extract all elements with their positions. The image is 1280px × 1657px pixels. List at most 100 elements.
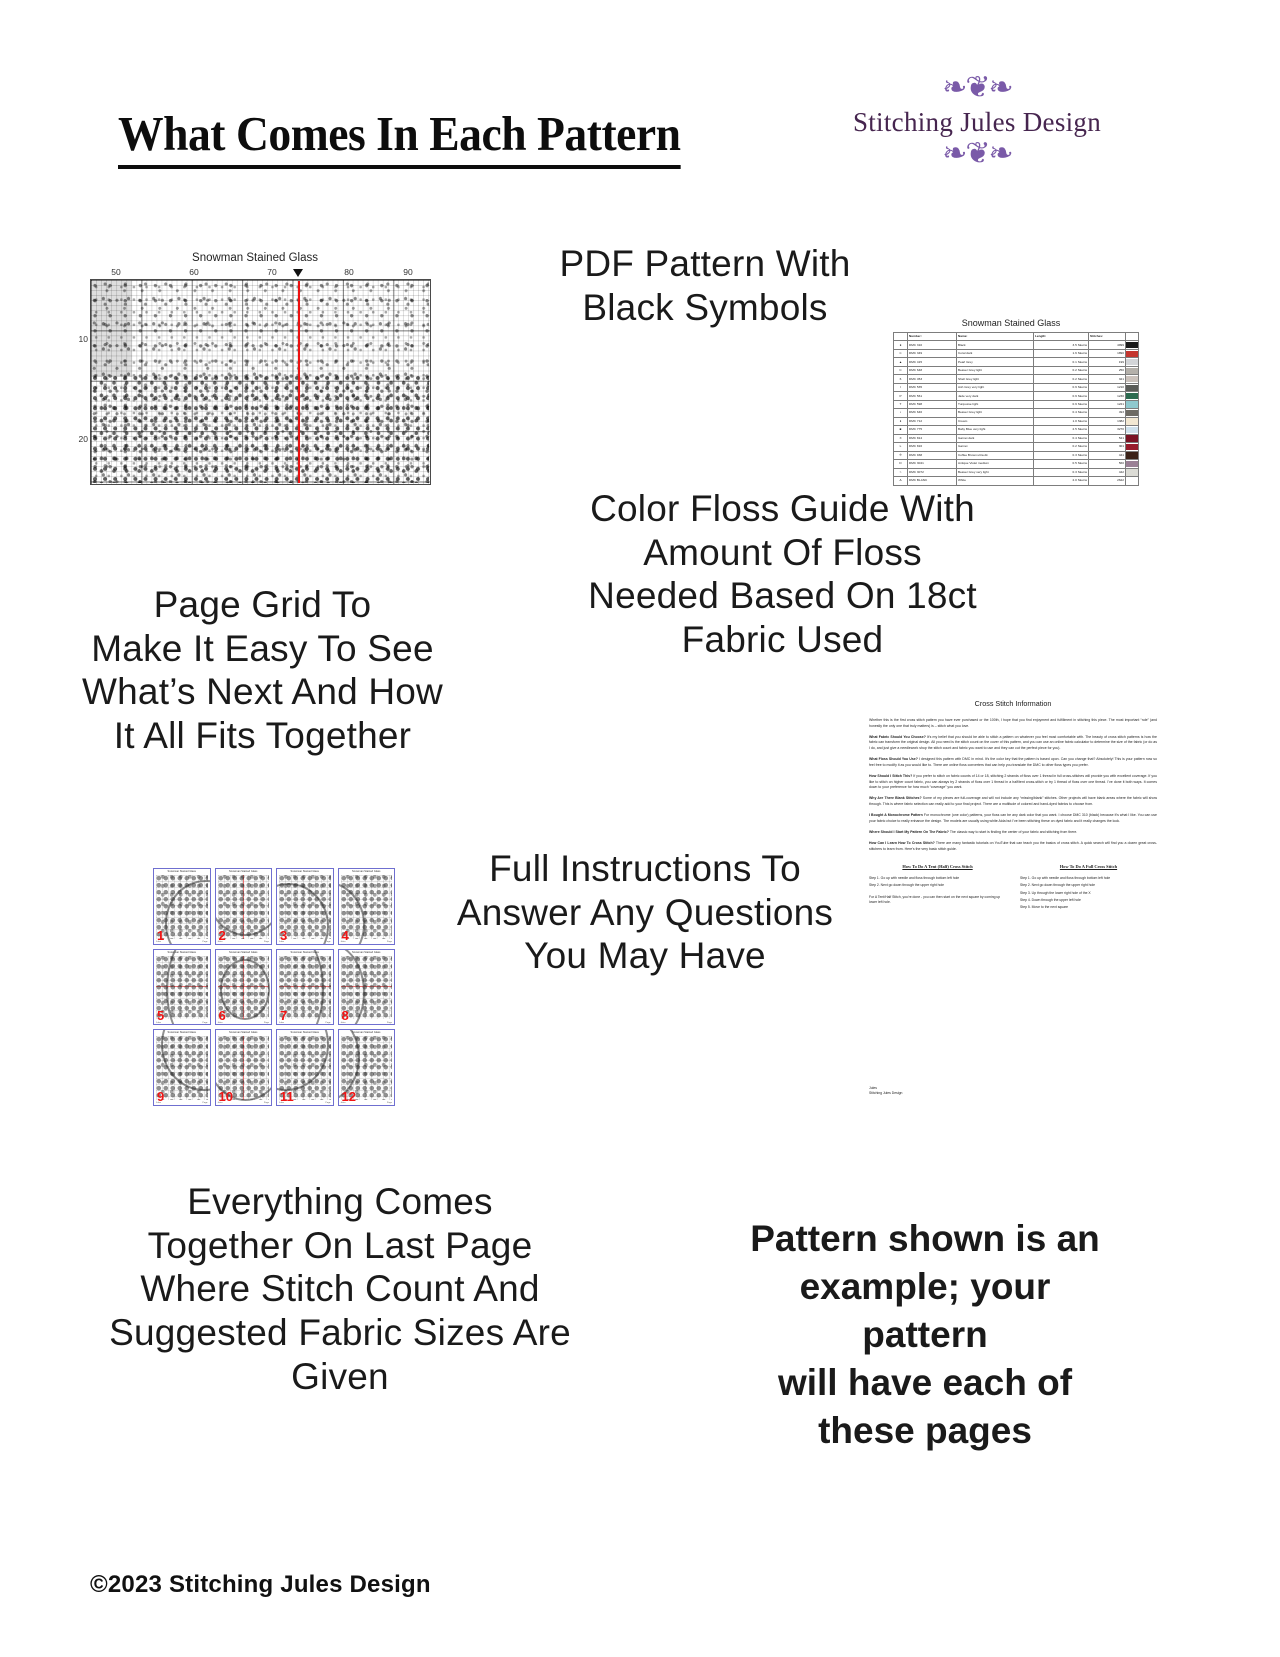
thumbnail-center-line	[243, 1036, 245, 1100]
page-thumbnail-1[interactable]: Snowman Stained Glass Jules Page 1	[153, 868, 211, 945]
instructions-paragraph: What Floss Should You Use? I designed th…	[869, 757, 1157, 767]
thumbnail-center-line	[279, 986, 331, 988]
color-swatch	[1126, 376, 1138, 383]
thumbnail-page-number: 7	[280, 1008, 288, 1024]
thumbnail-arc	[166, 949, 210, 1025]
table-row: L DMC 816 Garnet 0.2 Skeins 301	[893, 442, 1139, 452]
cell-length: 0.9 Skeins	[1033, 382, 1089, 393]
floss-guide-preview: Snowman Stained Glass Number: Name: Leng…	[893, 318, 1139, 486]
cell-number: DMC 646	[907, 408, 957, 418]
cell-symbol: D	[893, 459, 908, 469]
cell-color-swatch	[1125, 357, 1139, 367]
cell-color-swatch	[1125, 348, 1139, 359]
thumbnail-page-number: 8	[341, 1008, 349, 1024]
headline-pdf-pattern: PDF Pattern With Black Symbols	[559, 243, 851, 328]
half-stitch-step: Step 1. Go up with needle and floss thro…	[869, 876, 960, 881]
page-thumbnail-12[interactable]: Snowman Stained Glass Jules Page 12	[337, 1029, 395, 1106]
cell-number: DMC 3041	[907, 459, 957, 469]
cell-color-swatch	[1125, 408, 1139, 418]
floss-table: Number: Name: Length: Stitches: ● DMC 310…	[893, 331, 1139, 486]
color-swatch	[1126, 418, 1138, 425]
chart-center-line	[298, 281, 300, 483]
cell-length: 0.4 Skeins	[1033, 433, 1089, 444]
half-stitch-heading: How To Do A Tent (Half) Cross Stitch	[902, 864, 973, 870]
page-thumbnail-3[interactable]: Snowman Stained Glass Jules Page 3	[276, 868, 334, 945]
col-header-symbol	[893, 331, 908, 342]
table-row: C DMC 648 Beaver Grey light 0.2 Skeins 250	[893, 365, 1139, 376]
cell-symbol: ●	[893, 340, 908, 350]
cell-color-swatch	[1125, 365, 1139, 376]
cell-stitches: 2622	[1088, 476, 1126, 486]
cell-name: Beaver Grey very light	[956, 467, 1034, 478]
color-swatch	[1126, 342, 1138, 349]
headline-everything-comes: Everything Comes Together On Last Page W…	[109, 1181, 571, 1397]
page-thumbnail-2[interactable]: Snowman Stained Glass Jules Page 2	[214, 868, 272, 945]
cell-color-swatch	[1125, 374, 1139, 384]
page-thumbnail-11[interactable]: Snowman Stained Glass Jules Page 11	[276, 1029, 334, 1106]
full-stitch-step: Step 2. Next go down through the upper r…	[1020, 883, 1096, 888]
thumbnail-footer-right: Page	[386, 1021, 392, 1024]
thumbnail-footer-right: Page	[202, 1102, 208, 1105]
thumbnail-arc	[215, 868, 272, 937]
page-thumbnail-5[interactable]: Snowman Stained Glass Jules Page 5	[153, 948, 211, 1026]
cell-stitches: 250	[1088, 365, 1126, 376]
chart-title: Snowman Stained Glass	[192, 252, 318, 264]
thumbnail-footer-right: Page	[263, 1102, 269, 1105]
full-stitch-heading: How To Do A Full Cross Stitch	[1059, 864, 1118, 870]
cell-name: Coral dark	[956, 348, 1034, 359]
instructions-signature: Jules Stitching Jules Design	[869, 1086, 902, 1096]
table-row: 6 DMC 453 Shell Grey light 0.2 Skeins 321	[893, 374, 1139, 384]
thumbnail-footer-right: Page	[202, 1021, 208, 1024]
thumbnail-footer-right: Page	[386, 941, 392, 944]
color-swatch	[1126, 469, 1138, 476]
thumbnail-page-number: 11	[280, 1088, 294, 1104]
cell-length: 1.0 Skeins	[1033, 416, 1089, 427]
cell-length: 1.6 Skeins	[1033, 348, 1089, 359]
cell-symbol: >	[893, 467, 908, 478]
color-swatch	[1126, 443, 1138, 451]
page-thumbnail-6[interactable]: Snowman Stained Glass Jules Page 6	[214, 948, 272, 1026]
thumbnail-center-line	[156, 986, 208, 988]
table-row: ※ DMC 938 Coffee Brown ultra dk 0.3 Skeins 4…	[893, 450, 1139, 461]
table-row: D DMC 3041 Antique Violet medium 0.5 Skeins…	[893, 459, 1139, 469]
col-header-number: Number:	[907, 331, 957, 342]
cell-number: DMC 349	[907, 348, 957, 359]
instructions-paragraph: I Bought A Monochrome Pattern For monoch…	[869, 813, 1157, 823]
page-thumbnail-8[interactable]: Snowman Stained Glass Jules Page 8	[337, 948, 395, 1026]
page-thumbnail-9[interactable]: Snowman Stained Glass Jules Page 9	[153, 1029, 211, 1106]
thumbnail-title: Snowman Stained Glass	[167, 870, 196, 873]
cell-color-swatch	[1125, 391, 1139, 401]
thumbnail-footer-right: Page	[263, 1021, 269, 1024]
cell-length: 0.2 Skeins	[1033, 365, 1089, 376]
half-stitch-guide: How To Do A Tent (Half) Cross Stitch Ste…	[869, 864, 1006, 912]
cell-stitches: 442	[1088, 467, 1126, 478]
instructions-paragraph: Where Should I Start My Pattern On The F…	[869, 830, 1078, 835]
cell-stitches: 1890	[1088, 348, 1126, 359]
cell-symbol: ♦	[893, 416, 908, 427]
thumbnail-page-number: 5	[157, 1008, 165, 1024]
page-thumbnail-4[interactable]: Snowman Stained Glass Jules Page 4	[337, 868, 395, 945]
color-swatch	[1126, 452, 1138, 459]
cell-stitches: 441	[1088, 450, 1126, 461]
page-thumbnail-10[interactable]: Snowman Stained Glass Jules Page 10	[214, 1029, 272, 1106]
paragraph-lead: How Should I Stitch This?	[869, 774, 913, 779]
color-swatch	[1126, 460, 1138, 468]
thumbnail-footer-right: Page	[325, 941, 331, 944]
thumbnail-center-line	[340, 986, 392, 988]
col-header-length: Length:	[1033, 331, 1089, 342]
signature-line: Stitching Jules Design	[869, 1091, 903, 1096]
cell-length: 0.2 Skeins	[1033, 442, 1089, 452]
paragraph-lead: I Bought A Monochrome Pattern	[869, 813, 923, 818]
cell-name: Baby Blue very light	[956, 425, 1034, 435]
cell-stitches: 1210	[1088, 382, 1126, 393]
paragraph-lead: What Fabric Should You Choose?	[869, 735, 926, 739]
chart-col-tick: 80	[344, 267, 354, 277]
cell-length: 3.5 Skeins	[1033, 340, 1089, 350]
thumbnail-center-line	[217, 986, 269, 988]
cell-symbol: ▲	[893, 357, 908, 367]
cell-name: Antique Violet medium	[956, 459, 1034, 469]
page-thumbnail-7[interactable]: Snowman Stained Glass Jules Page 7	[276, 948, 334, 1026]
thumbnail-page-number: 9	[157, 1088, 165, 1104]
chart-column-ticks: 50 60 70 80 90	[90, 267, 432, 279]
cell-stitches: 493	[1088, 408, 1126, 418]
